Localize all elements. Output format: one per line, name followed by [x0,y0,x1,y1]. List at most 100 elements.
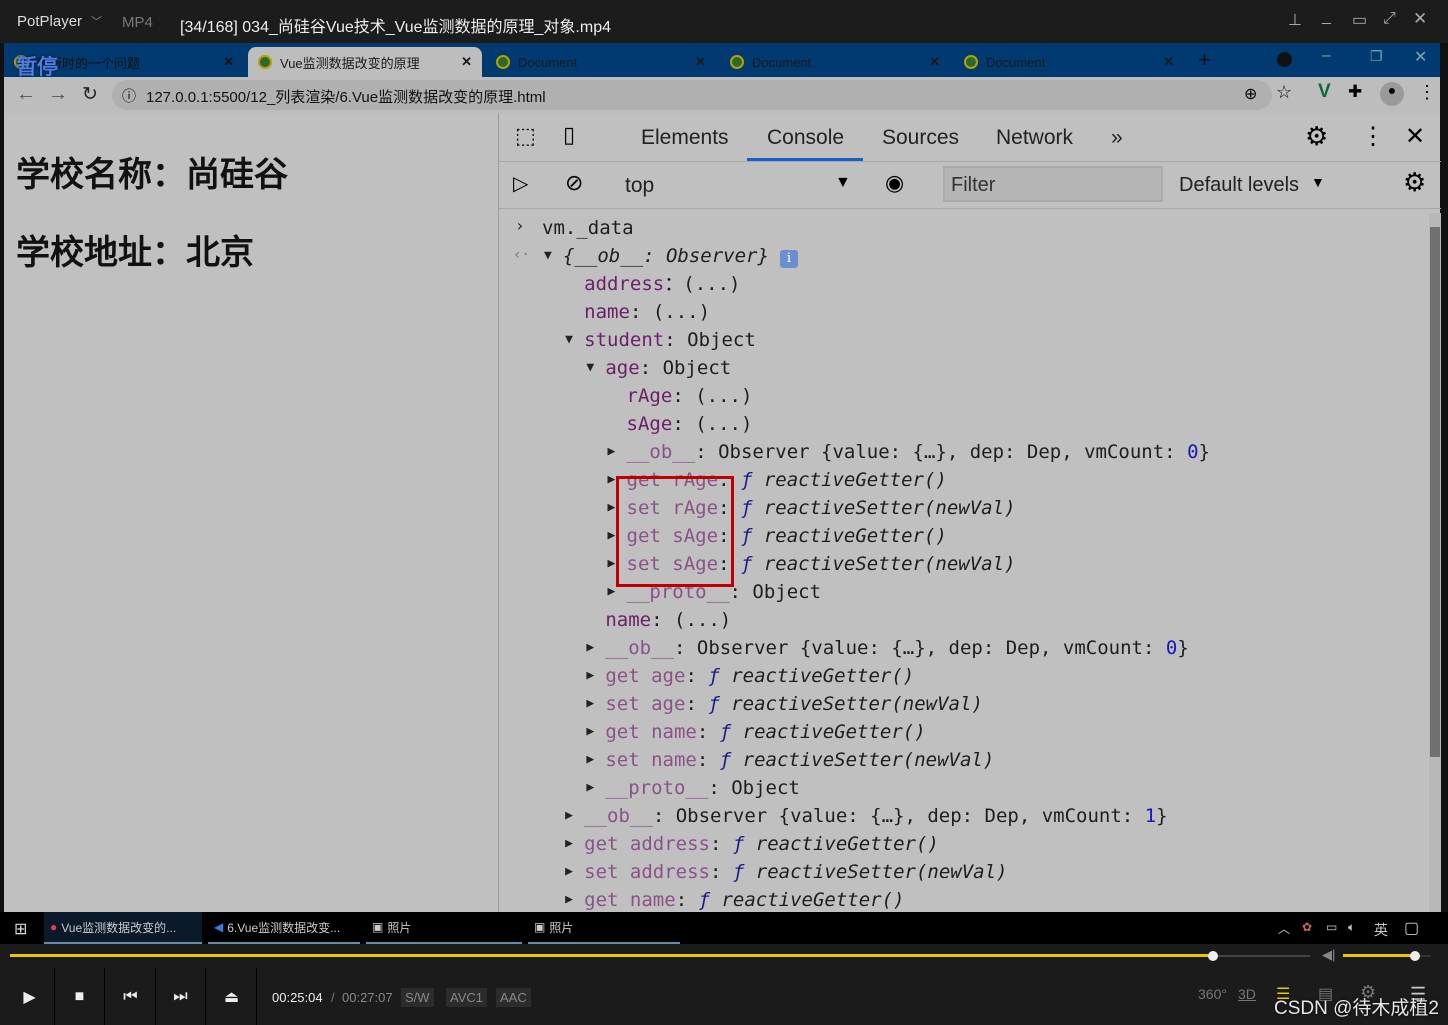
taskbar-item-chrome[interactable]: ● Vue监测数据改变的... [44,912,202,944]
device-toolbar-icon[interactable]: ▯ [563,122,575,148]
audio-codec-badge[interactable]: AAC [496,988,531,1007]
forward-icon[interactable]: → [48,83,68,106]
dropdown-arrow-icon[interactable]: ▼ [835,174,851,192]
app-menu[interactable]: PotPlayer [17,13,82,30]
settings-gear-icon[interactable]: ⚙ [1305,121,1328,152]
expand-triangle-icon[interactable]: ▶ [586,724,594,739]
console-tree-line[interactable]: set age: ƒ reactiveSetter(newVal) [605,690,983,718]
console-tree-line[interactable]: set name: ƒ reactiveSetter(newVal) [605,746,994,774]
console-tree-line[interactable]: student: Object [584,326,756,354]
expand-triangle-icon[interactable]: ▶ [565,892,573,907]
console-tree-line[interactable]: get name: ƒ reactiveGetter() [605,718,925,746]
fullscreen-icon[interactable]: ⤢ [1383,10,1396,28]
close-tab-icon[interactable]: ✕ [1163,54,1174,70]
close-tab-icon[interactable]: ✕ [695,54,706,70]
console-tree-line[interactable]: address：(...) [584,270,740,298]
close-icon[interactable]: ✕ [1414,47,1427,67]
back-icon[interactable]: ← [16,83,36,106]
expand-triangle-icon[interactable]: ▶ [586,752,594,767]
tab-elements[interactable]: Elements [641,126,729,150]
url-field[interactable]: ⓘ 127.0.0.1:5500/12_列表渲染/6.Vue监测数据改变的原理.… [112,80,1272,110]
console-tree-line[interactable]: {__ob__: Observer} [563,242,769,270]
extensions-icon[interactable]: ✚ [1348,82,1362,102]
browser-tab[interactable]: Document ✕ [954,47,1184,77]
expand-triangle-icon[interactable]: ▶ [608,500,616,515]
browser-tab[interactable]: Document ✕ [720,47,950,77]
bookmark-star-icon[interactable]: ☆ [1276,82,1292,103]
expand-triangle-icon[interactable]: ▶ [586,696,594,711]
collapse-triangle-icon[interactable]: ▼ [586,360,594,375]
console-tree-line[interactable]: age: Object [605,354,731,382]
expand-triangle-icon[interactable]: ▶ [565,864,573,879]
taskbar-item-photos[interactable]: ▣ 照片 [366,912,522,944]
close-tab-icon[interactable]: ✕ [223,54,234,70]
collapse-triangle-icon[interactable]: ▼ [544,248,552,263]
close-tab-icon[interactable]: ✕ [461,54,472,70]
inspect-element-icon[interactable]: ⬚ [515,123,536,149]
close-icon[interactable]: ✕ [1413,9,1427,29]
seek-bar[interactable]: ◀| [0,944,1448,968]
console-tree-line[interactable]: __ob__: Observer {value: {…}, dep: Dep, … [627,438,1210,466]
browser-tab-active[interactable]: Vue监测数据改变的原理 ✕ [248,47,482,77]
volume-handle[interactable] [1410,951,1421,961]
live-expression-eye-icon[interactable]: ◉ [885,170,904,196]
battery-icon[interactable]: ▭ [1326,920,1337,934]
context-select[interactable]: top [625,174,654,198]
console-tree-line[interactable]: __ob__: Observer {value: {…}, dep: Dep, … [584,802,1167,830]
expand-triangle-icon[interactable]: ▶ [608,472,616,487]
dropdown-arrow-icon[interactable]: ▼ [1311,174,1325,190]
profile-icon[interactable]: ● [1380,82,1404,106]
clear-console-icon[interactable]: ⊘ [565,170,583,196]
console-tree-line[interactable]: set address: ƒ reactiveSetter(newVal) [584,858,1007,886]
console-tree-line[interactable]: get name: ƒ reactiveGetter() [584,886,904,912]
filter-input[interactable]: Filter [943,166,1163,202]
3d-icon[interactable]: 3D [1238,986,1256,1002]
video-codec-badge[interactable]: AVC1 [446,988,487,1007]
play-button[interactable]: ▶ [5,968,55,1025]
more-options-icon[interactable]: ⋮ [1361,122,1385,151]
zoom-icon[interactable]: ⊕ [1244,84,1257,104]
scrollbar-thumb[interactable] [1430,227,1440,757]
scrollbar[interactable] [1429,213,1441,912]
decoder-badge[interactable]: S/W [401,988,434,1007]
console-tree-line[interactable]: get address: ƒ reactiveGetter() [584,830,939,858]
seek-handle[interactable] [1207,951,1218,961]
console-tree-line[interactable]: name: (...) [605,606,731,634]
console-tree-line[interactable]: name: (...) [584,298,710,326]
expand-triangle-icon[interactable]: ▶ [608,444,616,459]
previous-button[interactable]: ⏮︎ [106,968,156,1025]
expand-triangle-icon[interactable]: ▶ [586,640,594,655]
info-badge-icon[interactable]: i [780,250,798,268]
next-button[interactable]: ⏭︎ [156,968,206,1025]
close-devtools-icon[interactable]: ✕ [1405,122,1425,151]
expand-triangle-icon[interactable]: ▶ [586,780,594,795]
tray-app-icon[interactable]: ✿ [1302,920,1312,934]
vr-360-icon[interactable]: 360° [1198,986,1227,1002]
taskbar-item-photos[interactable]: ▣ 照片 [528,912,680,944]
browser-tab[interactable]: Document ✕ [486,47,716,77]
tab-console[interactable]: Console [767,126,844,150]
volume-icon[interactable]: 🔈︎ [1348,920,1355,935]
console-tree-line[interactable]: rAge: (...) [627,382,753,410]
maximize-icon[interactable]: ▭ [1352,10,1367,30]
tray-chevron-icon[interactable]: ︿ [1278,920,1290,937]
more-tabs-icon[interactable]: » [1111,126,1123,150]
menu-kebab-icon[interactable]: ⋮ [1418,82,1436,103]
ime-indicator[interactable]: 英 [1374,920,1388,940]
reload-icon[interactable]: ↻ [82,83,98,106]
minimize-icon[interactable]: _ [1322,8,1331,26]
tab-sources[interactable]: Sources [882,126,959,150]
new-tab-icon[interactable]: + [1198,47,1211,73]
expand-triangle-icon[interactable]: ▶ [565,836,573,851]
vue-devtools-icon[interactable]: V [1318,81,1331,103]
console-tree-line[interactable]: __ob__: Observer {value: {…}, dep: Dep, … [605,634,1188,662]
console-tree-line[interactable]: sAge: (...) [627,410,753,438]
minimize-icon[interactable]: – [1322,47,1331,65]
expand-triangle-icon[interactable]: ▶ [608,584,616,599]
sidebar-toggle-icon[interactable]: ▷ [513,171,528,196]
notification-icon[interactable]: ▢ [1404,918,1419,938]
console-settings-icon[interactable]: ⚙ [1403,167,1426,198]
expand-triangle-icon[interactable]: ▶ [608,556,616,571]
restore-icon[interactable]: ❐ [1370,48,1383,65]
chevron-down-icon[interactable]: ﹀ [91,13,102,29]
